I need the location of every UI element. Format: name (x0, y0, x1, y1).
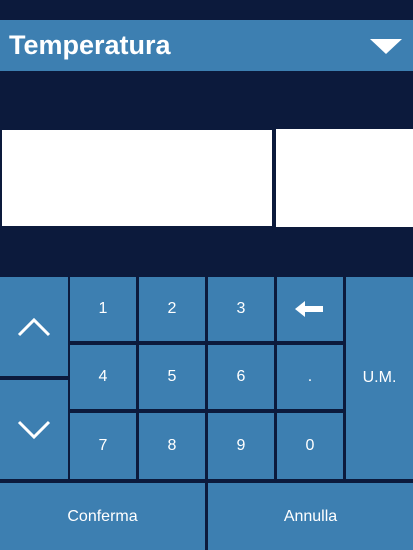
parameter-title: Temperatura (9, 30, 171, 60)
confirm-button[interactable]: Conferma (0, 483, 205, 550)
key-0[interactable]: 0 (277, 413, 343, 479)
backspace-button[interactable] (277, 277, 343, 341)
parameter-selector[interactable]: Temperatura (0, 20, 413, 71)
key-4[interactable]: 4 (70, 345, 136, 409)
unit-display (276, 129, 413, 227)
key-9[interactable]: 9 (208, 413, 274, 479)
unit-button[interactable]: U.M. (346, 277, 413, 479)
key-5[interactable]: 5 (139, 345, 205, 409)
key-7[interactable]: 7 (70, 413, 136, 479)
key-3[interactable]: 3 (208, 277, 274, 341)
chevron-up-icon (17, 317, 51, 336)
arrow-left-icon (295, 301, 323, 317)
increment-button[interactable] (0, 277, 68, 376)
key-1[interactable]: 1 (70, 277, 136, 341)
key-8[interactable]: 8 (139, 413, 205, 479)
key-decimal[interactable]: . (277, 345, 343, 409)
value-display (1, 129, 273, 227)
triangle-down-icon[interactable] (370, 39, 402, 54)
decrement-button[interactable] (0, 380, 68, 479)
chevron-down-icon (17, 420, 51, 439)
key-6[interactable]: 6 (208, 345, 274, 409)
cancel-button[interactable]: Annulla (208, 483, 413, 550)
key-2[interactable]: 2 (139, 277, 205, 341)
